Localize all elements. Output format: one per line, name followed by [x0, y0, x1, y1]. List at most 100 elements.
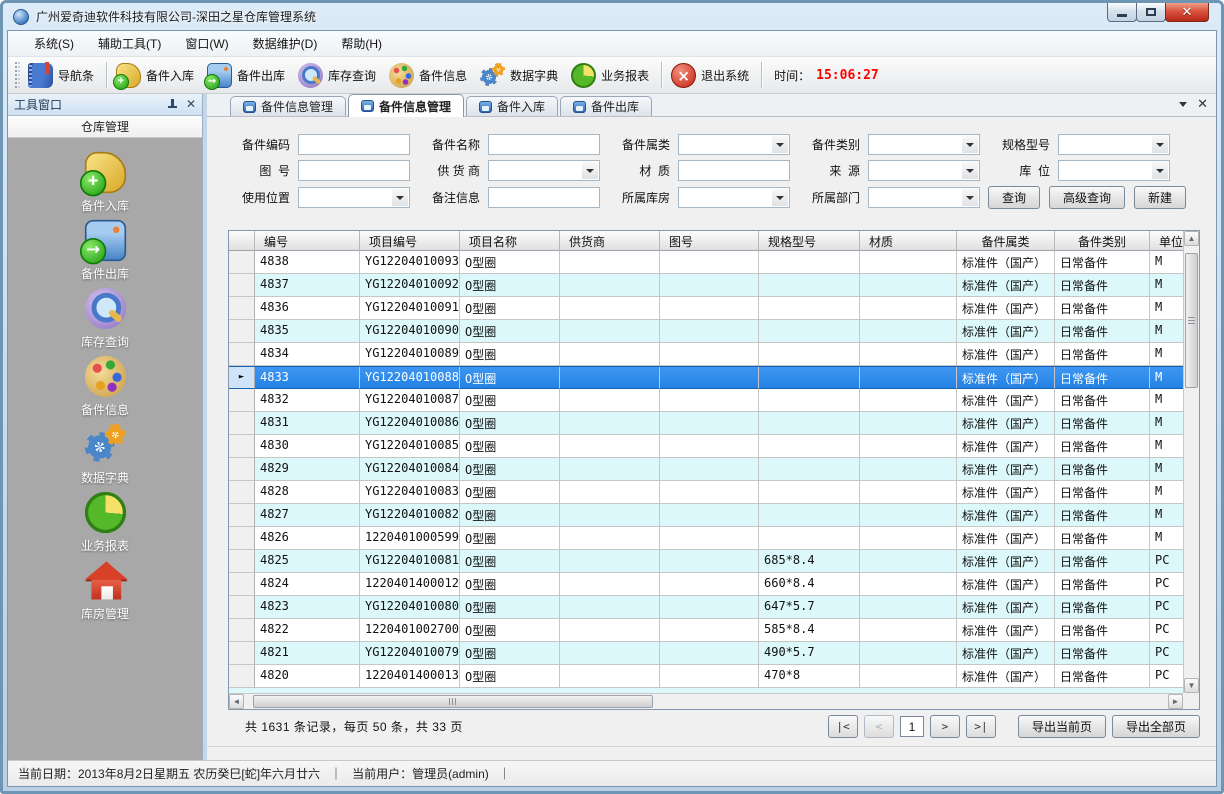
table-cell[interactable]: YG12204010092 — [360, 274, 460, 297]
table-cell[interactable]: 4829 — [255, 458, 360, 481]
table-cell[interactable]: 4832 — [255, 389, 360, 412]
table-cell[interactable] — [759, 367, 860, 389]
titlebar[interactable]: 广州爱奇迪软件科技有限公司-深田之星仓库管理系统 ✕ — [7, 3, 1217, 30]
sidebar-item[interactable]: 库存查询 — [8, 282, 202, 350]
table-cell[interactable]: YG12204010085 — [360, 435, 460, 458]
table-cell[interactable]: O型圈 — [460, 619, 560, 642]
table-cell[interactable]: 4828 — [255, 481, 360, 504]
table-cell[interactable]: PC — [1150, 619, 1183, 642]
table-cell[interactable]: 标准件（国产） — [957, 550, 1055, 573]
column-header[interactable]: 项目名称 — [460, 231, 560, 251]
table-cell[interactable]: O型圈 — [460, 435, 560, 458]
row-header-cell[interactable] — [229, 504, 255, 527]
table-cell[interactable]: 标准件（国产） — [957, 367, 1055, 389]
menu-item[interactable]: 窗口(W) — [173, 31, 240, 56]
sidebar-item[interactable]: 备件入库 — [8, 146, 202, 214]
table-cell[interactable]: 日常备件 — [1055, 251, 1150, 274]
table-cell[interactable] — [660, 343, 759, 366]
grid-corner-cell[interactable] — [229, 231, 255, 251]
row-header-cell[interactable] — [229, 297, 255, 320]
minimize-button[interactable] — [1107, 3, 1137, 22]
sidebar-item[interactable]: 库房管理 — [8, 554, 202, 622]
column-header[interactable]: 材质 — [860, 231, 957, 251]
table-cell[interactable] — [860, 642, 957, 665]
tab-list-dropdown-icon[interactable] — [1179, 102, 1187, 107]
vertical-scroll-thumb[interactable] — [1185, 253, 1198, 388]
query-button[interactable]: 查询 — [988, 186, 1040, 209]
row-header-cell[interactable] — [229, 389, 255, 412]
vertical-scrollbar[interactable]: ▲ ▼ — [1183, 231, 1199, 693]
table-cell[interactable]: YG12204010083 — [360, 481, 460, 504]
table-cell[interactable]: 日常备件 — [1055, 619, 1150, 642]
table-cell[interactable]: 4837 — [255, 274, 360, 297]
table-cell[interactable]: 4836 — [255, 297, 360, 320]
table-cell[interactable]: 日常备件 — [1055, 297, 1150, 320]
table-cell[interactable]: PC — [1150, 550, 1183, 573]
table-cell[interactable] — [759, 481, 860, 504]
table-row[interactable]: 4825YG12204010081O型圈685*8.4标准件（国产）日常备件PC — [229, 550, 1183, 573]
sidebar-item[interactable]: 备件信息 — [8, 350, 202, 418]
table-cell[interactable]: 4835 — [255, 320, 360, 343]
table-cell[interactable] — [860, 573, 957, 596]
table-cell[interactable]: O型圈 — [460, 642, 560, 665]
horizontal-scrollbar[interactable]: ◄ ► — [229, 693, 1183, 709]
table-cell[interactable]: 日常备件 — [1055, 389, 1150, 412]
horizontal-scroll-thumb[interactable] — [253, 695, 653, 708]
table-cell[interactable] — [660, 481, 759, 504]
table-cell[interactable]: 4833 — [255, 367, 360, 389]
table-cell[interactable] — [860, 458, 957, 481]
row-header-cell[interactable] — [229, 481, 255, 504]
column-header[interactable]: 规格型号 — [759, 231, 860, 251]
table-cell[interactable]: 标准件（国产） — [957, 389, 1055, 412]
table-cell[interactable]: 4822 — [255, 619, 360, 642]
table-row[interactable]: 4835YG12204010090O型圈标准件（国产）日常备件M — [229, 320, 1183, 343]
table-cell[interactable]: 日常备件 — [1055, 596, 1150, 619]
table-cell[interactable]: M — [1150, 527, 1183, 550]
chevron-down-icon[interactable] — [962, 136, 978, 153]
table-cell[interactable]: O型圈 — [460, 412, 560, 435]
table-cell[interactable]: 日常备件 — [1055, 435, 1150, 458]
search-dropdown[interactable] — [868, 160, 980, 181]
table-cell[interactable]: 日常备件 — [1055, 481, 1150, 504]
menu-item[interactable]: 帮助(H) — [329, 31, 394, 56]
last-page-button[interactable]: >| — [966, 715, 996, 738]
chevron-down-icon[interactable] — [772, 136, 788, 153]
table-cell[interactable] — [860, 320, 957, 343]
table-cell[interactable] — [660, 251, 759, 274]
table-row[interactable]: 4834YG12204010089O型圈标准件（国产）日常备件M — [229, 343, 1183, 366]
table-cell[interactable]: M — [1150, 481, 1183, 504]
tab-close-icon[interactable]: ✕ — [1197, 98, 1208, 110]
row-header-cell[interactable]: ► — [229, 367, 255, 389]
table-cell[interactable]: O型圈 — [460, 458, 560, 481]
row-header-cell[interactable] — [229, 527, 255, 550]
search-dropdown[interactable] — [678, 187, 790, 208]
table-cell[interactable] — [560, 573, 660, 596]
menu-item[interactable]: 系统(S) — [22, 31, 86, 56]
table-cell[interactable] — [660, 297, 759, 320]
table-cell[interactable]: PC — [1150, 596, 1183, 619]
table-cell[interactable] — [860, 389, 957, 412]
table-cell[interactable]: M — [1150, 320, 1183, 343]
menu-item[interactable]: 辅助工具(T) — [86, 31, 173, 56]
table-cell[interactable]: YG12204010080 — [360, 596, 460, 619]
search-input[interactable] — [488, 134, 600, 155]
tab-备件入库[interactable]: 备件入库 — [466, 96, 558, 116]
table-cell[interactable] — [860, 527, 957, 550]
table-cell[interactable] — [660, 389, 759, 412]
table-cell[interactable]: 1220401000599 — [360, 527, 460, 550]
toolbar-button[interactable]: 业务报表 — [566, 60, 657, 91]
page-number-input[interactable]: 1 — [900, 716, 924, 737]
table-cell[interactable]: 标准件（国产） — [957, 412, 1055, 435]
table-cell[interactable] — [860, 367, 957, 389]
table-cell[interactable]: 标准件（国产） — [957, 343, 1055, 366]
table-cell[interactable] — [860, 251, 957, 274]
table-cell[interactable]: 标准件（国产） — [957, 458, 1055, 481]
column-header[interactable]: 项目编号 — [360, 231, 460, 251]
table-cell[interactable]: M — [1150, 367, 1183, 389]
maximize-button[interactable] — [1136, 3, 1166, 22]
prev-page-button[interactable]: < — [864, 715, 894, 738]
table-cell[interactable]: 标准件（国产） — [957, 619, 1055, 642]
table-cell[interactable]: 标准件（国产） — [957, 297, 1055, 320]
table-cell[interactable]: 4825 — [255, 550, 360, 573]
table-row[interactable]: 4821YG12204010079O型圈490*5.7标准件（国产）日常备件PC — [229, 642, 1183, 665]
